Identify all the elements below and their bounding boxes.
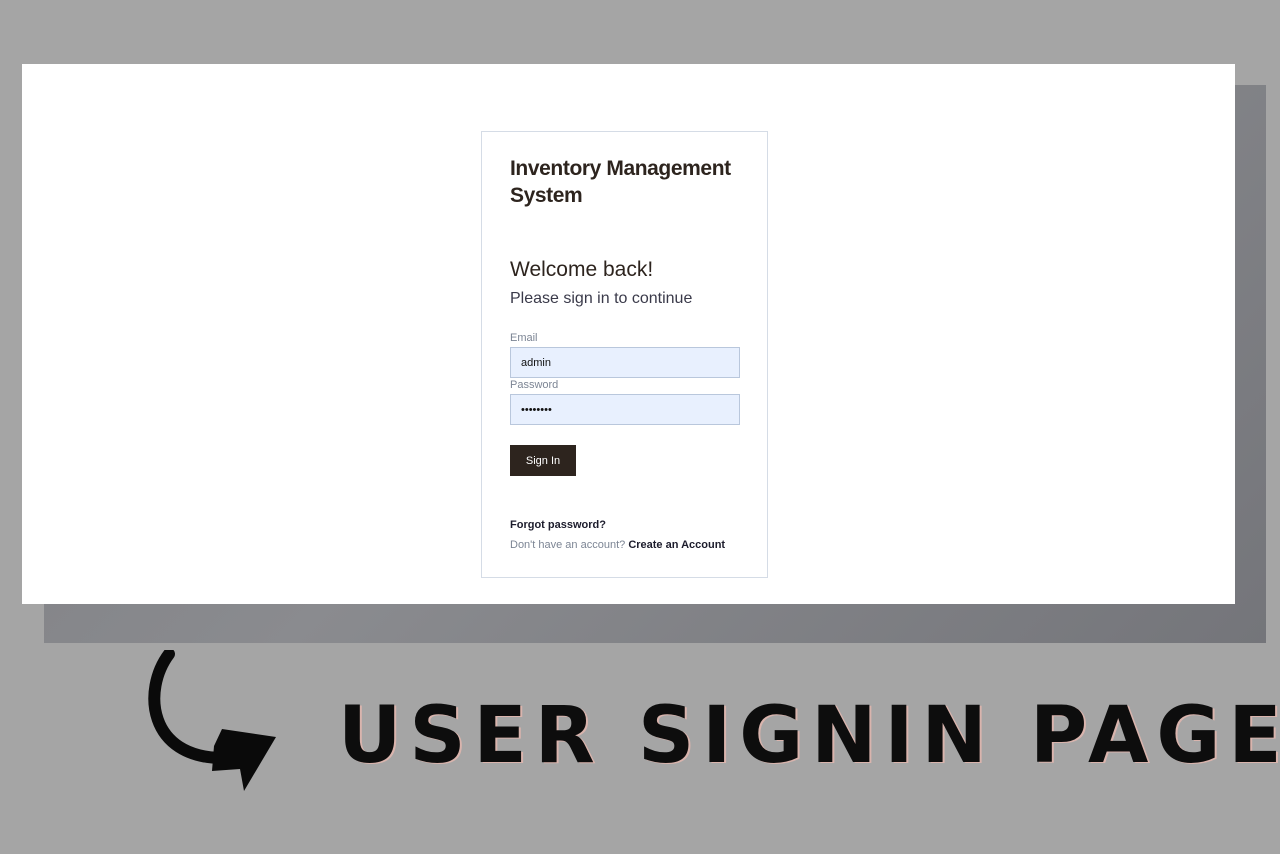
forgot-password-link[interactable]: Forgot password? bbox=[510, 519, 606, 532]
create-account-link[interactable]: Create an Account bbox=[628, 539, 725, 551]
email-label: Email bbox=[510, 332, 538, 344]
signin-subtitle: Please sign in to continue bbox=[510, 290, 693, 307]
email-field[interactable] bbox=[510, 347, 740, 378]
signup-prompt: Don't have an account? bbox=[510, 539, 626, 551]
curved-arrow-icon bbox=[148, 650, 276, 791]
signup-row: Don't have an account? Create an Account bbox=[510, 539, 725, 552]
screenshot-panel: Inventory Management System Welcome back… bbox=[22, 64, 1235, 604]
login-card: Inventory Management System Welcome back… bbox=[481, 131, 768, 578]
password-field[interactable] bbox=[510, 394, 740, 425]
welcome-heading: Welcome back! bbox=[510, 258, 654, 281]
app-title: Inventory Management System bbox=[510, 157, 731, 207]
sign-in-button[interactable]: Sign In bbox=[510, 445, 576, 476]
page-caption: USER SIGNIN PAGE bbox=[338, 691, 1280, 781]
password-label: Password bbox=[510, 379, 559, 391]
